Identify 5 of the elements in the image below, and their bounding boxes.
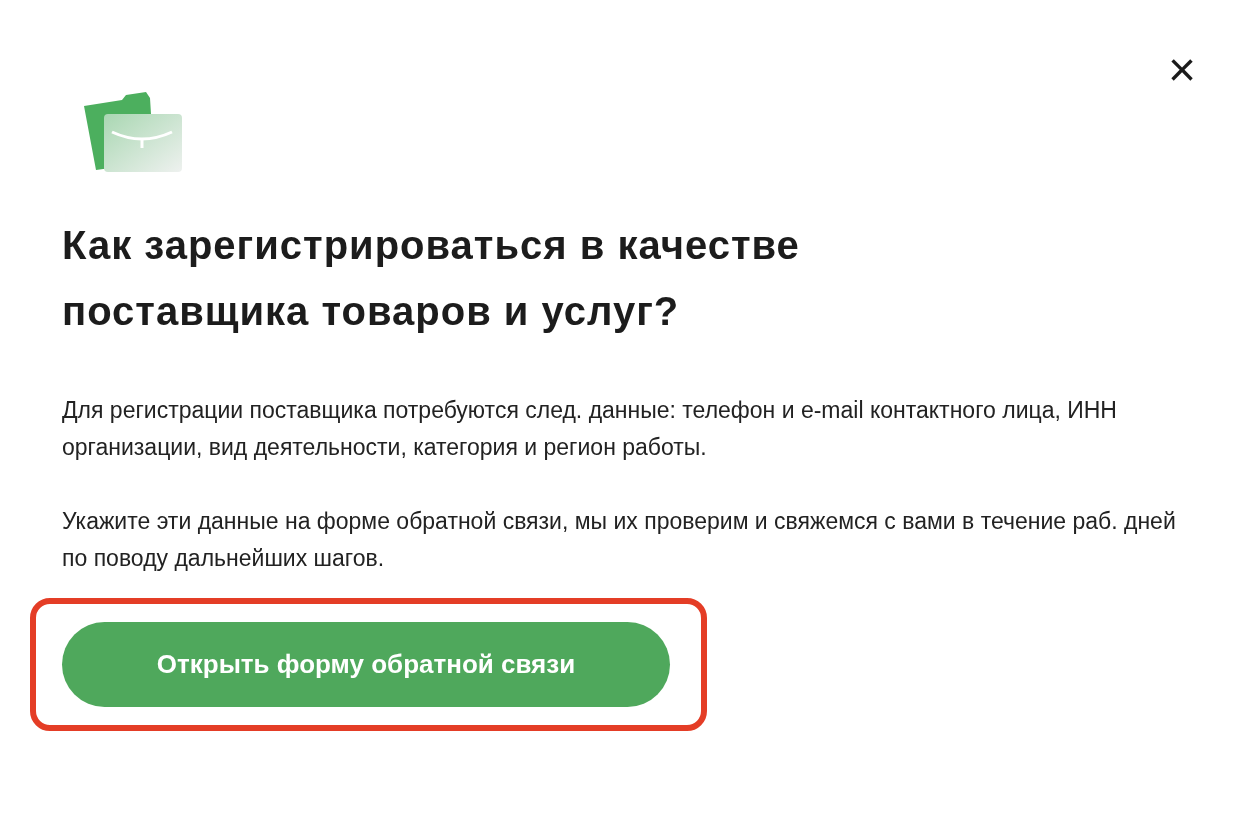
close-button[interactable]: × <box>1160 48 1204 92</box>
briefcase-icon <box>82 92 184 174</box>
paragraph: Укажите эти данные на форме обратной связи, мы их проверим и свяжемся с вами в течение раб. дней по поводу дальнейших шагов. <box>62 507 1177 573</box>
paragraph: Для регистрации поставщика потребуются след. данные: телефон и e-mail контактного лица, ИНН организации, вид деятельности, категория и регион работы. <box>62 396 1118 462</box>
dialog-title: Как зарегистрироваться в качестве поставщика товаров и услуг? <box>62 222 801 335</box>
